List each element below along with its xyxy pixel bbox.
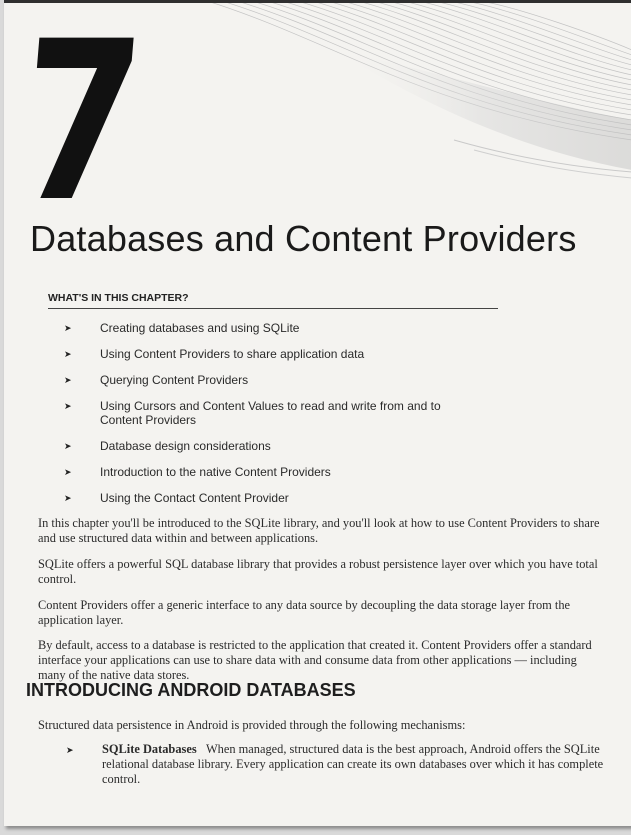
list-item: ➤ Using Content Providers to share applic… [64, 347, 365, 361]
arrow-bullet-icon: ➤ [64, 349, 72, 359]
list-item: ➤ Querying Content Providers [64, 373, 249, 387]
sqlite-paragraph: SQLite offers a powerful SQL database li… [38, 557, 598, 586]
arrow-bullet-icon: ➤ [64, 467, 72, 477]
list-item-sqlite-databases: ➤ SQLite Databases When managed, structu… [66, 742, 606, 787]
arrow-bullet-icon: ➤ [64, 401, 72, 411]
section-heading: INTRODUCING ANDROID DATABASES [26, 680, 356, 700]
whats-in-chapter-heading: WHAT'S IN THIS CHAPTER? [48, 292, 498, 309]
intro-paragraph: In this chapter you'll be introduced to … [38, 516, 600, 545]
arrow-bullet-icon: ➤ [66, 745, 74, 755]
arrow-bullet-icon: ➤ [64, 493, 72, 503]
arrow-bullet-icon: ➤ [64, 323, 72, 333]
list-item: ➤ Using Cursors and Content Values to rea… [64, 399, 441, 427]
chapter-topics-list: ➤ Creating databases and using SQLite ➤ Us… [64, 321, 564, 517]
book-page: 7 Databases and Content Providers WHAT'S… [4, 0, 631, 826]
chapter-title: Databases and Content Providers [30, 218, 577, 259]
list-item: ➤ Database design considerations [64, 439, 271, 453]
section-intro: Structured data persistence in Android i… [38, 718, 466, 732]
arrow-bullet-icon: ➤ [64, 441, 72, 451]
arrow-bullet-icon: ➤ [64, 375, 72, 385]
list-item: ➤ Introduction to the native Content Prov… [64, 465, 331, 479]
term-label: SQLite Databases [102, 742, 197, 756]
list-item: ➤ Using the Contact Content Provider [64, 491, 289, 505]
list-item: ➤ Creating databases and using SQLite [64, 321, 300, 335]
access-paragraph: By default, access to a database is rest… [38, 638, 592, 682]
chapter-number: 7 [10, 0, 148, 250]
content-providers-paragraph: Content Providers offer a generic interf… [38, 598, 571, 627]
